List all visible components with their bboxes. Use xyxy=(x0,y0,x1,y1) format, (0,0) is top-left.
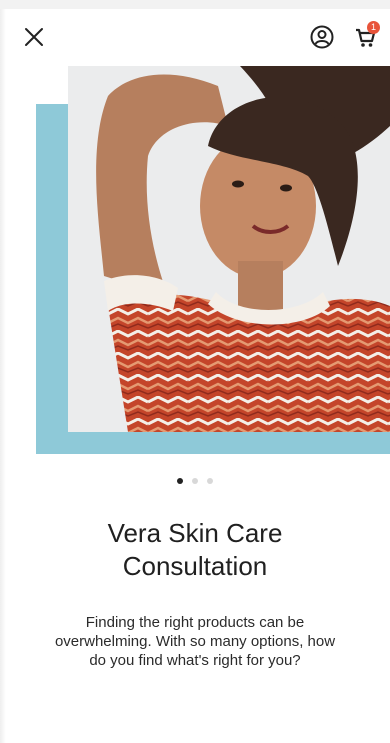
description: Finding the right products can be overwh… xyxy=(30,613,360,670)
close-button[interactable] xyxy=(18,21,50,53)
carousel-pagination xyxy=(0,476,390,486)
title-line-2: Consultation xyxy=(122,551,268,581)
cart-button[interactable]: 1 xyxy=(350,21,382,53)
cart-count-badge: 1 xyxy=(367,21,380,34)
model-photo xyxy=(68,66,390,432)
description-line-3: do you find what's right for you? xyxy=(89,652,301,669)
description-line-1: Finding the right products can be xyxy=(85,614,305,631)
carousel-dot-1[interactable] xyxy=(177,478,183,484)
header: 1 xyxy=(0,9,390,65)
description-line-2: overwhelming. With so many options, how xyxy=(54,633,336,650)
carousel-dot-2[interactable] xyxy=(192,478,198,484)
page-title: Vera Skin Care Consultation xyxy=(20,517,370,583)
account-icon xyxy=(310,25,334,49)
top-strip xyxy=(0,0,390,9)
account-button[interactable] xyxy=(306,21,338,53)
hero-image xyxy=(68,66,390,432)
carousel-dot-3[interactable] xyxy=(207,478,213,484)
hero-carousel[interactable] xyxy=(0,66,390,458)
close-icon xyxy=(25,28,43,46)
title-line-1: Vera Skin Care xyxy=(107,518,283,548)
